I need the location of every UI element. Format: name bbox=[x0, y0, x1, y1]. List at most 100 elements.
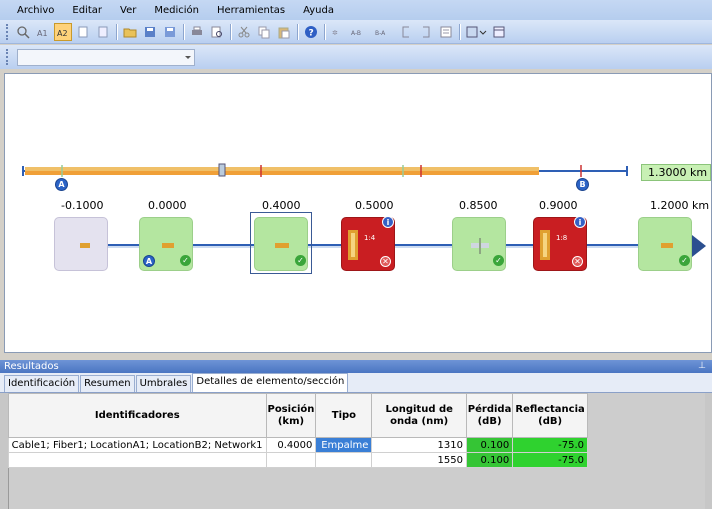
distance-label: 0.5000 bbox=[355, 199, 394, 212]
distance-label: -0.1000 bbox=[61, 199, 104, 212]
table-cell[interactable] bbox=[265, 452, 317, 468]
svg-text:B-A: B-A bbox=[375, 30, 386, 37]
info-icon[interactable]: i bbox=[574, 216, 586, 228]
chevron-down-icon[interactable] bbox=[185, 55, 191, 59]
table-cell[interactable]: Cable1; Fiber1; LocationA1; LocationB2; … bbox=[8, 437, 267, 453]
table-cell[interactable] bbox=[8, 452, 267, 468]
results-grid-area: Identificadores Posición (km) Tipo Longi… bbox=[0, 393, 712, 509]
main-toolbar: A1 A2 ? ✲ A-B B-A bbox=[0, 20, 712, 44]
marker-a1-icon[interactable]: A1 bbox=[34, 23, 52, 41]
menu-archivo[interactable]: Archivo bbox=[8, 5, 63, 16]
table-cell[interactable]: 1310 bbox=[371, 437, 467, 453]
scroll-right-arrow-icon[interactable] bbox=[692, 235, 706, 257]
table-cell[interactable]: 1550 bbox=[371, 452, 467, 468]
bracket-left-icon[interactable] bbox=[397, 23, 415, 41]
paste-icon[interactable] bbox=[275, 23, 293, 41]
table-cell[interactable]: Empalme bbox=[315, 437, 373, 453]
results-panel-title: Resultados bbox=[4, 361, 59, 372]
table-cell[interactable]: -75.0 bbox=[512, 437, 588, 453]
toolbar-separator bbox=[297, 23, 298, 40]
menu-ayuda[interactable]: Ayuda bbox=[294, 5, 343, 16]
toolbar-grip[interactable] bbox=[6, 23, 9, 40]
overview-section-b bbox=[25, 171, 539, 175]
secondary-toolbar bbox=[0, 45, 712, 69]
copy-icon[interactable] bbox=[255, 23, 273, 41]
fiber-overview-bar[interactable] bbox=[5, 74, 712, 353]
ab-marker-icon[interactable]: ✲ bbox=[329, 23, 347, 41]
report-icon[interactable] bbox=[437, 23, 455, 41]
page-icon[interactable] bbox=[74, 23, 92, 41]
results-tab-strip: Identificación Resumen Umbrales Detalles… bbox=[0, 373, 712, 393]
table-row[interactable]: Cable1; Fiber1; LocationA1; LocationB2; … bbox=[8, 437, 588, 453]
distance-unit-label: km bbox=[692, 199, 710, 212]
fail-cross-icon: ✕ bbox=[572, 256, 583, 267]
fail-cross-icon: ✕ bbox=[380, 256, 391, 267]
window-icon[interactable] bbox=[464, 23, 488, 41]
svg-text:A-B: A-B bbox=[351, 30, 361, 37]
toolbar-separator bbox=[183, 23, 184, 40]
column-header[interactable]: Identificadores bbox=[8, 393, 267, 438]
table-cell[interactable]: -75.0 bbox=[512, 452, 588, 468]
marker-b-icon[interactable]: B bbox=[576, 178, 589, 191]
print-icon[interactable] bbox=[188, 23, 206, 41]
distance-label: 0.0000 bbox=[148, 199, 187, 212]
bracket-right-icon[interactable] bbox=[417, 23, 435, 41]
pin-icon[interactable]: ⊥ bbox=[698, 360, 706, 373]
fiber-length-value: 1.3000 km bbox=[648, 166, 708, 179]
cut-icon[interactable] bbox=[235, 23, 253, 41]
otdr-application: Archivo Editar Ver Medición Herramientas… bbox=[0, 0, 712, 509]
info-icon[interactable]: i bbox=[382, 216, 394, 228]
table-cell[interactable]: 0.4000 bbox=[265, 437, 317, 453]
element-splitter-1x4[interactable]: 1:4 i ✕ bbox=[341, 216, 395, 271]
column-header[interactable]: Posición (km) bbox=[265, 393, 317, 438]
toolbar-grip[interactable] bbox=[6, 49, 9, 65]
distance-label: 1.2000 bbox=[650, 199, 689, 212]
menu-ver[interactable]: Ver bbox=[111, 5, 145, 16]
layout-icon[interactable] bbox=[490, 23, 508, 41]
element-connector[interactable]: ✓ bbox=[452, 217, 506, 271]
pass-check-icon: ✓ bbox=[180, 255, 191, 266]
overview-selection-marker bbox=[218, 163, 226, 177]
trace-selector-dropdown[interactable] bbox=[17, 48, 195, 66]
table-row[interactable]: 1550 0.100 -75.0 bbox=[8, 452, 588, 468]
splitter-ratio-label: 1:8 bbox=[556, 234, 568, 242]
element-splitter-1x8[interactable]: 1:8 i ✕ bbox=[533, 216, 587, 271]
open-folder-icon[interactable] bbox=[121, 23, 139, 41]
pass-check-icon: ✓ bbox=[295, 255, 306, 266]
table-cell[interactable]: 0.100 bbox=[465, 452, 514, 468]
tab-detalles-elemento-seccion[interactable]: Detalles de elemento/sección bbox=[192, 373, 349, 392]
tab-resumen[interactable]: Resumen bbox=[80, 375, 135, 392]
element-connector-end[interactable]: ✓ bbox=[638, 217, 692, 271]
page2-icon[interactable] bbox=[94, 23, 112, 41]
menu-medicion[interactable]: Medición bbox=[145, 5, 208, 16]
table-cell[interactable] bbox=[315, 452, 373, 468]
column-header[interactable]: Longitud de onda (nm) bbox=[371, 393, 467, 438]
distance-label: 0.4000 bbox=[262, 199, 301, 212]
table-cell[interactable]: 0.100 bbox=[465, 437, 514, 453]
b-a-icon[interactable]: B-A bbox=[373, 23, 395, 41]
help-icon[interactable]: ? bbox=[302, 23, 320, 41]
column-header[interactable]: Tipo bbox=[315, 393, 373, 438]
save-icon[interactable] bbox=[141, 23, 159, 41]
marker-a-icon[interactable]: A bbox=[55, 178, 68, 191]
element-launch-fiber[interactable] bbox=[54, 217, 108, 271]
linear-view-panel: A B 1.3000 km -0.1000 0.0000 0.4000 0.50… bbox=[4, 73, 712, 353]
menu-editar[interactable]: Editar bbox=[63, 5, 111, 16]
menu-herramientas[interactable]: Herramientas bbox=[208, 5, 294, 16]
column-header[interactable]: Pérdida (dB) bbox=[465, 393, 514, 438]
print-preview-icon[interactable] bbox=[208, 23, 226, 41]
distance-label: 0.8500 bbox=[459, 199, 498, 212]
element-splice[interactable]: ✓ bbox=[254, 217, 308, 271]
zoom-icon[interactable] bbox=[14, 23, 32, 41]
column-header[interactable]: Reflectancia (dB) bbox=[512, 393, 588, 438]
a-b-icon[interactable]: A-B bbox=[349, 23, 371, 41]
tab-umbrales[interactable]: Umbrales bbox=[135, 375, 192, 392]
element-details-table: Identificadores Posición (km) Tipo Longi… bbox=[8, 393, 588, 468]
toolbar-separator bbox=[459, 23, 460, 40]
marker-a2-icon[interactable]: A2 bbox=[54, 22, 72, 41]
element-connector-a[interactable]: A ✓ bbox=[139, 217, 193, 271]
tab-identificacion[interactable]: Identificación bbox=[4, 375, 80, 392]
results-panel-header: Resultados ⊥ bbox=[0, 360, 712, 373]
splitter-ratio-label: 1:4 bbox=[364, 234, 376, 242]
save-as-icon[interactable] bbox=[161, 23, 179, 41]
